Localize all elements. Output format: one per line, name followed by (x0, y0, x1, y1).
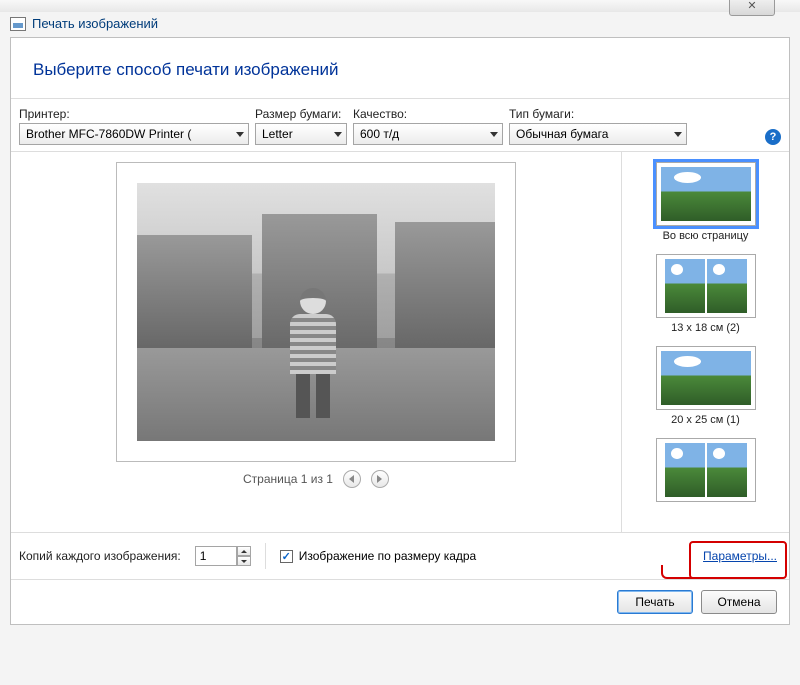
quality-label: Качество: (353, 107, 503, 121)
dialog-title: Печать изображений (32, 16, 158, 31)
chevron-down-icon (236, 132, 244, 137)
options-link[interactable]: Параметры... (699, 547, 781, 565)
copies-up-button[interactable] (237, 546, 251, 556)
papertype-value: Обычная бумага (516, 127, 608, 141)
chevron-down-icon (490, 132, 498, 137)
arrow-left-icon (349, 475, 354, 483)
layout-thumbnail (656, 346, 756, 410)
quality-dropdown[interactable]: 600 т/д (353, 123, 503, 145)
fit-frame-label: Изображение по размеру кадра (299, 549, 476, 563)
preview-column: Страница 1 из 1 (11, 152, 621, 532)
help-icon[interactable]: ? (765, 129, 781, 145)
print-preview (116, 162, 516, 462)
print-options-row: Принтер: Brother MFC-7860DW Printer ( Ра… (11, 99, 789, 152)
body-area: Страница 1 из 1 Во всю страницу 13 x 18 с… (11, 152, 789, 533)
preview-photo (137, 183, 495, 441)
print-pictures-icon (10, 17, 26, 31)
printer-value: Brother MFC-7860DW Printer ( (26, 127, 191, 141)
printer-dropdown[interactable]: Brother MFC-7860DW Printer ( (19, 123, 249, 145)
arrow-up-icon (241, 550, 247, 553)
chevron-down-icon (674, 132, 682, 137)
papersize-dropdown[interactable]: Letter (255, 123, 347, 145)
copies-spinner[interactable] (195, 546, 251, 566)
layout-label: 20 x 25 см (1) (628, 414, 783, 426)
fit-frame-checkbox[interactable]: ✓ Изображение по размеру кадра (280, 549, 476, 563)
arrow-right-icon (377, 475, 382, 483)
papersize-value: Letter (262, 127, 293, 141)
print-dialog: Выберите способ печати изображений Принт… (10, 37, 790, 625)
layout-option[interactable] (622, 434, 789, 514)
papertype-dropdown[interactable]: Обычная бумага (509, 123, 687, 145)
copies-down-button[interactable] (237, 556, 251, 566)
layout-thumbnail (656, 438, 756, 502)
printer-label: Принтер: (19, 107, 249, 121)
quality-value: 600 т/д (360, 127, 399, 141)
dialog-header: Печать изображений (0, 12, 800, 37)
next-page-button[interactable] (371, 470, 389, 488)
layout-label: Во всю страницу (628, 230, 783, 242)
arrow-down-icon (241, 560, 247, 563)
options-link-text: Параметры... (703, 549, 777, 563)
separator (265, 543, 266, 569)
layouts-list[interactable]: Во всю страницу 13 x 18 см (2) 20 x 25 см … (621, 152, 789, 532)
page-indicator: Страница 1 из 1 (243, 472, 333, 486)
papertype-label: Тип бумаги: (509, 107, 687, 121)
layout-thumbnail (656, 254, 756, 318)
print-button[interactable]: Печать (617, 590, 693, 614)
chevron-down-icon (334, 132, 342, 137)
checkbox-icon: ✓ (280, 550, 293, 563)
window-titlebar: ✕ (0, 0, 800, 12)
cancel-button[interactable]: Отмена (701, 590, 777, 614)
prev-page-button[interactable] (343, 470, 361, 488)
copies-label: Копий каждого изображения: (19, 549, 181, 563)
layout-label: 13 x 18 см (2) (628, 322, 783, 334)
layout-thumbnail (656, 162, 756, 226)
papersize-label: Размер бумаги: (255, 107, 347, 121)
instruction-text: Выберите способ печати изображений (11, 38, 789, 99)
window-close-button[interactable]: ✕ (729, 0, 775, 16)
layout-option[interactable]: 13 x 18 см (2) (622, 250, 789, 342)
copies-input[interactable] (195, 546, 237, 566)
pager: Страница 1 из 1 (243, 470, 389, 488)
layout-option[interactable]: Во всю страницу (622, 158, 789, 250)
bottom-options: Копий каждого изображения: ✓ Изображение… (11, 533, 789, 580)
layout-option[interactable]: 20 x 25 см (1) (622, 342, 789, 434)
dialog-actions: Печать Отмена (11, 580, 789, 624)
